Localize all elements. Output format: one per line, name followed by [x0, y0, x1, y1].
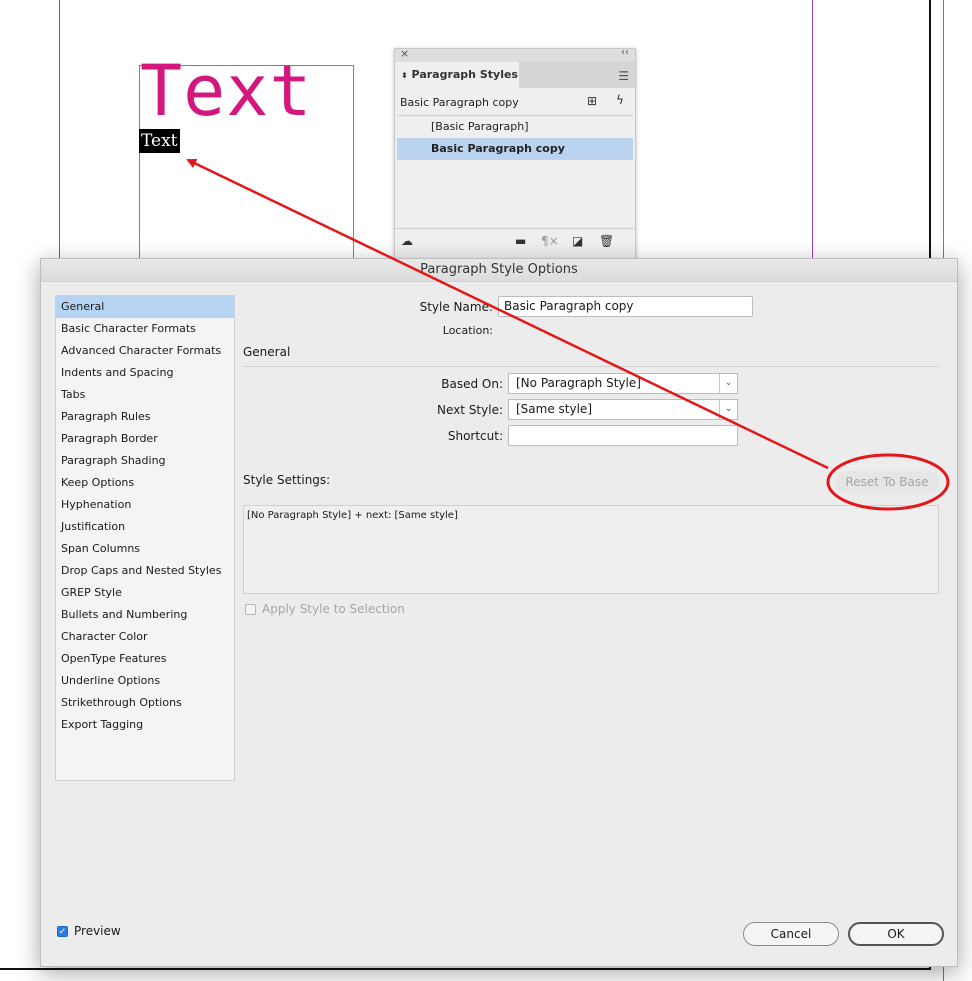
annotation-ellipse	[826, 453, 950, 511]
annotation-arrow	[186, 158, 829, 470]
annotation-overlay	[186, 158, 950, 511]
